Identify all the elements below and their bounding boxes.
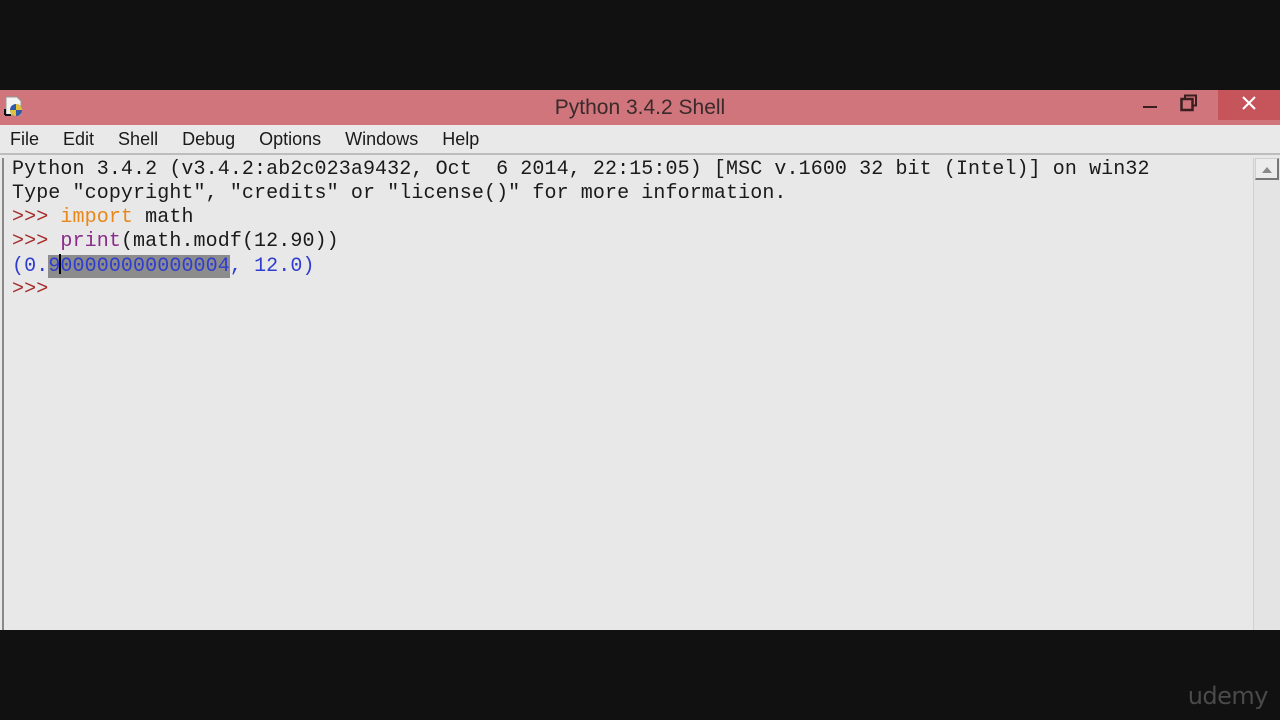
- python-shell-window: Python 3.4.2 Shell File Edit Shell Debug…: [0, 90, 1280, 630]
- restore-button[interactable]: [1168, 90, 1210, 120]
- menu-help[interactable]: Help: [442, 129, 479, 150]
- minimize-button[interactable]: [1128, 90, 1170, 120]
- input-line-import: >>> import math: [12, 206, 194, 230]
- menu-shell[interactable]: Shell: [118, 129, 158, 150]
- video-letterbox-top: [0, 0, 1280, 90]
- builtin-print: print: [60, 230, 121, 253]
- import-target: math: [133, 206, 194, 229]
- minimize-icon: [1141, 95, 1157, 116]
- current-prompt-line[interactable]: >>>: [12, 278, 60, 302]
- restore-icon: [1180, 94, 1198, 117]
- close-icon: [1241, 95, 1257, 116]
- output-prefix: (0.: [12, 255, 49, 278]
- title-bar[interactable]: Python 3.4.2 Shell: [0, 90, 1280, 125]
- close-button[interactable]: [1218, 90, 1280, 120]
- prompt: >>>: [12, 278, 61, 301]
- prompt: >>>: [12, 206, 61, 229]
- scroll-up-arrow-icon: [1261, 160, 1272, 178]
- selected-text[interactable]: 900000000000004: [48, 254, 230, 278]
- scroll-up-button[interactable]: [1255, 158, 1279, 180]
- output-suffix: , 12.0): [229, 255, 315, 278]
- menu-windows[interactable]: Windows: [345, 129, 418, 150]
- menu-bar: File Edit Shell Debug Options Windows He…: [0, 125, 1280, 155]
- output-line[interactable]: (0.900000000000004, 12.0): [12, 254, 315, 278]
- banner-line-1: Python 3.4.2 (v3.4.2:ab2c023a9432, Oct 6…: [12, 158, 1150, 181]
- banner-line-2: Type "copyright", "credits" or "license(…: [12, 182, 787, 205]
- keyword-import: import: [60, 206, 134, 229]
- video-letterbox-bottom: udemy: [0, 630, 1280, 720]
- prompt: >>>: [12, 230, 61, 253]
- selected-after-cursor: 00000000000004: [60, 255, 230, 278]
- print-args: (math.modf(12.90)): [120, 230, 339, 253]
- shell-text-area[interactable]: Python 3.4.2 (v3.4.2:ab2c023a9432, Oct 6…: [2, 158, 1252, 630]
- menu-edit[interactable]: Edit: [63, 129, 94, 150]
- input-line-print: >>> print(math.modf(12.90)): [12, 230, 339, 254]
- window-title: Python 3.4.2 Shell: [554, 96, 726, 119]
- menu-file[interactable]: File: [10, 129, 39, 150]
- menu-options[interactable]: Options: [259, 129, 321, 150]
- vertical-scrollbar[interactable]: [1253, 158, 1280, 630]
- menu-debug[interactable]: Debug: [182, 129, 235, 150]
- udemy-watermark: udemy: [1187, 682, 1269, 710]
